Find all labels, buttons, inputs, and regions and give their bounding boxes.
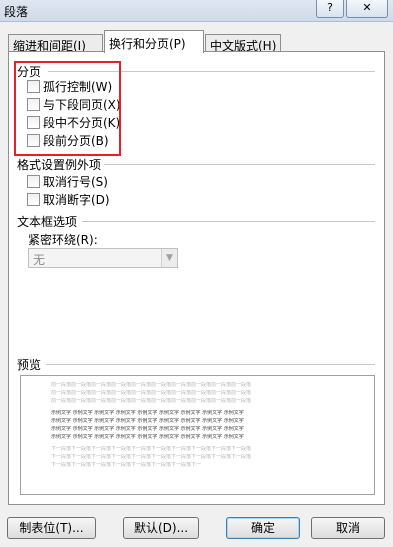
page-break-before-label: 段前分页(B): [43, 134, 109, 148]
preview-next-line-1: 下一段落下一段落下一段落下一段落下一段落下一段落下一段落下一段落下一段落下一段落: [51, 446, 252, 452]
tab-indents-spacing[interactable]: 缩进和间距(I): [8, 34, 103, 53]
suppress-line-numbers-checkbox[interactable]: [27, 175, 40, 188]
dont-hyphenate-label: 取消断字(D): [43, 193, 110, 207]
set-default-button[interactable]: 默认(D)...: [123, 517, 199, 539]
keep-lines-together-checkbox[interactable]: [27, 116, 40, 129]
preview-sample-line-3: 示例文字 示例文字 示例文字 示例文字 示例文字 示例文字 示例文字 示例文字 …: [51, 426, 244, 432]
page-break-before-checkbox[interactable]: [27, 134, 40, 147]
title-bar: 段落 ? ✕: [0, 0, 393, 22]
textbox-heading: 文本框选项: [17, 215, 78, 229]
tight-wrap-value: 无: [33, 253, 46, 267]
cancel-button[interactable]: 取消: [311, 517, 385, 539]
preview-heading: 预览: [17, 358, 42, 372]
tight-wrap-select[interactable]: 无 ▼: [28, 248, 178, 268]
pagination-divider: [48, 71, 375, 72]
preview-prev-line-1: 前一段落前一段落前一段落前一段落前一段落前一段落前一段落前一段落前一段落前一段落: [51, 382, 252, 388]
preview-prev-line-3: 前一段落前一段落前一段落前一段落前一段落前一段落前一段落前一段落前一段落前一段落: [51, 398, 252, 404]
preview-sample-line-1: 示例文字 示例文字 示例文字 示例文字 示例文字 示例文字 示例文字 示例文字 …: [51, 410, 244, 416]
keep-lines-together-label: 段中不分页(K): [43, 116, 121, 130]
pagination-heading: 分页: [17, 65, 42, 79]
preview-section: 预览: [17, 356, 41, 373]
pagination-section: 分页: [17, 63, 41, 80]
textbox-divider: [82, 221, 375, 222]
keep-with-next-checkbox[interactable]: [27, 98, 40, 111]
ok-button[interactable]: 确定: [226, 517, 300, 539]
close-icon: ✕: [362, 1, 372, 14]
tab-stops-button[interactable]: 制表位(T)...: [7, 517, 96, 539]
close-button[interactable]: ✕: [346, 0, 388, 18]
widow-control-checkbox[interactable]: [27, 80, 40, 93]
format-exceptions-heading: 格式设置例外项: [17, 158, 102, 172]
preview-box: 前一段落前一段落前一段落前一段落前一段落前一段落前一段落前一段落前一段落前一段落…: [20, 375, 375, 495]
format-exceptions-section: 格式设置例外项: [17, 156, 101, 173]
preview-divider: [46, 364, 375, 365]
help-button[interactable]: ?: [316, 0, 344, 18]
preview-sample-line-2: 示例文字 示例文字 示例文字 示例文字 示例文字 示例文字 示例文字 示例文字 …: [51, 418, 244, 424]
preview-sample-line-4: 示例文字 示例文字 示例文字 示例文字 示例文字 示例文字 示例文字 示例文字 …: [51, 434, 244, 440]
preview-prev-line-2: 前一段落前一段落前一段落前一段落前一段落前一段落前一段落前一段落前一段落前一段落: [51, 390, 252, 396]
tight-wrap-label: 紧密环绕(R):: [28, 233, 98, 247]
preview-next-line-2: 下一段落下一段落下一段落下一段落下一段落下一段落下一段落下一段落下一段落下一段落: [51, 454, 252, 460]
preview-next-line-3: 下一段落下一段落下一段落下一段落下一段落下一段落下一段落下一段落下一段落下一段落: [51, 462, 201, 468]
suppress-line-numbers-label: 取消行号(S): [43, 175, 108, 189]
widow-control-label: 孤行控制(W): [43, 80, 113, 94]
chevron-down-icon: ▼: [161, 249, 177, 267]
tab-line-page-breaks[interactable]: 换行和分页(P): [104, 30, 204, 53]
keep-with-next-label: 与下段同页(X): [43, 98, 121, 112]
textbox-section: 文本框选项: [17, 213, 77, 230]
window-title: 段落: [4, 5, 29, 19]
dont-hyphenate-checkbox[interactable]: [27, 193, 40, 206]
tab-asian-typography[interactable]: 中文版式(H): [205, 34, 281, 53]
format-exceptions-divider: [104, 164, 375, 165]
